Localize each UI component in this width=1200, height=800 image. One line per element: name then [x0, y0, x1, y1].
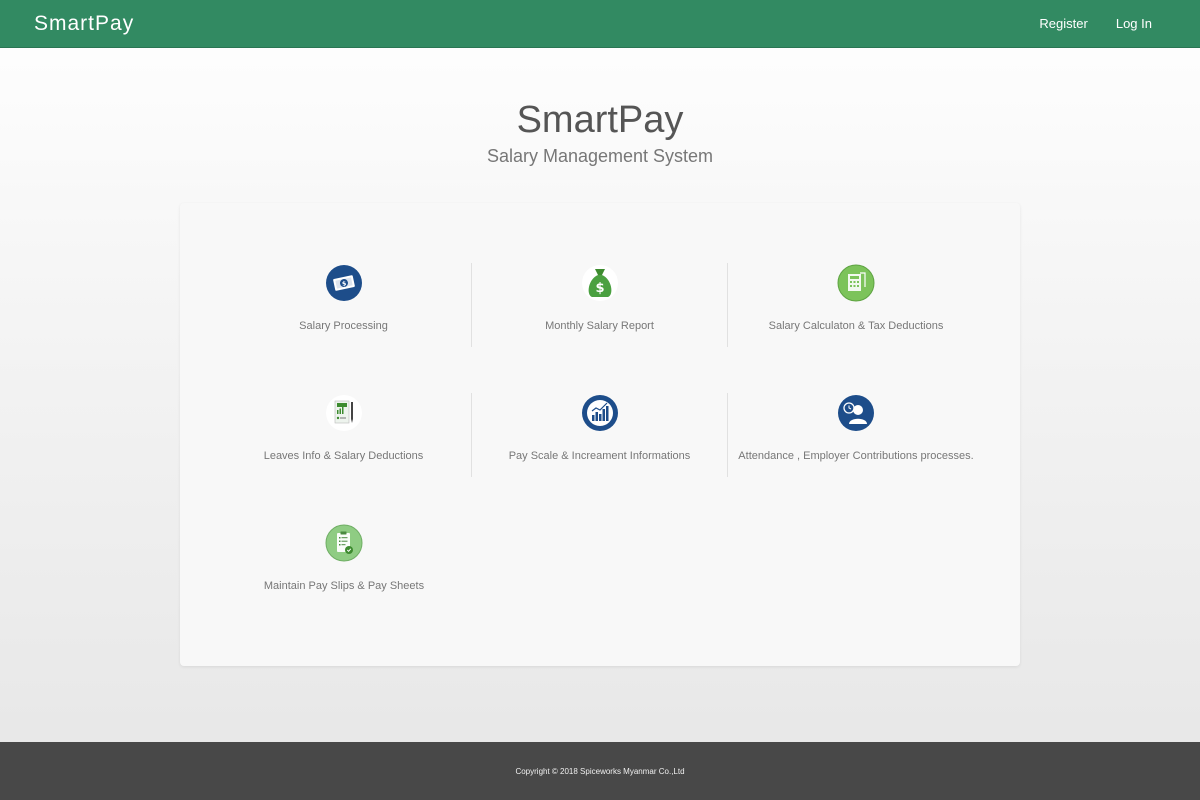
brand-link[interactable]: SmartPay: [34, 12, 134, 36]
features-card: $ Salary Processing $ Monthly Salary Rep…: [180, 203, 1020, 666]
feature-label: Attendance , Employer Contributions proc…: [738, 450, 974, 462]
copyright-text: Copyright © 2018 Spiceworks Myanmar Co.,…: [515, 766, 685, 776]
feature-label: Pay Scale & Increament Informations: [508, 450, 691, 462]
feature-label: Monthly Salary Report: [545, 320, 654, 332]
leave-document-icon: [325, 395, 362, 431]
page-subtitle: Salary Management System: [486, 146, 714, 166]
svg-text:$: $: [595, 281, 604, 296]
feature-attendance[interactable]: Attendance , Employer Contributions proc…: [728, 393, 984, 477]
features-grid: $ Salary Processing $ Monthly Salary Rep…: [216, 263, 984, 607]
page-title: SmartPay: [516, 99, 684, 141]
feature-pay-slips[interactable]: Maintain Pay Slips & Pay Sheets: [216, 523, 472, 607]
calculator-document-icon: [837, 264, 875, 302]
salary-processing-icon: $: [325, 265, 362, 301]
nav-links: Register Log In: [1039, 16, 1166, 31]
bar-chart-icon: [581, 395, 618, 431]
footer: Copyright © 2018 Spiceworks Myanmar Co.,…: [0, 742, 1200, 800]
feature-salary-calculation[interactable]: Salary Calculaton & Tax Deductions: [728, 263, 984, 347]
register-link[interactable]: Register: [1039, 16, 1087, 31]
feature-label: Maintain Pay Slips & Pay Sheets: [263, 580, 425, 592]
top-navbar: SmartPay Register Log In: [0, 0, 1200, 48]
hero: SmartPay Salary Management System: [0, 96, 1200, 167]
feature-salary-processing[interactable]: $ Salary Processing: [216, 263, 472, 347]
feature-leaves-info[interactable]: Leaves Info & Salary Deductions: [216, 393, 472, 477]
clipboard-icon: [325, 524, 363, 562]
login-link[interactable]: Log In: [1116, 16, 1152, 31]
feature-label: Salary Processing: [299, 320, 388, 332]
feature-monthly-salary-report[interactable]: $ Monthly Salary Report: [472, 263, 728, 347]
attendance-clock-icon: [838, 395, 874, 431]
money-bag-icon: $: [581, 265, 618, 301]
feature-pay-scale[interactable]: Pay Scale & Increament Informations: [472, 393, 728, 477]
feature-label: Salary Calculaton & Tax Deductions: [768, 320, 944, 332]
feature-label: Leaves Info & Salary Deductions: [263, 450, 424, 462]
